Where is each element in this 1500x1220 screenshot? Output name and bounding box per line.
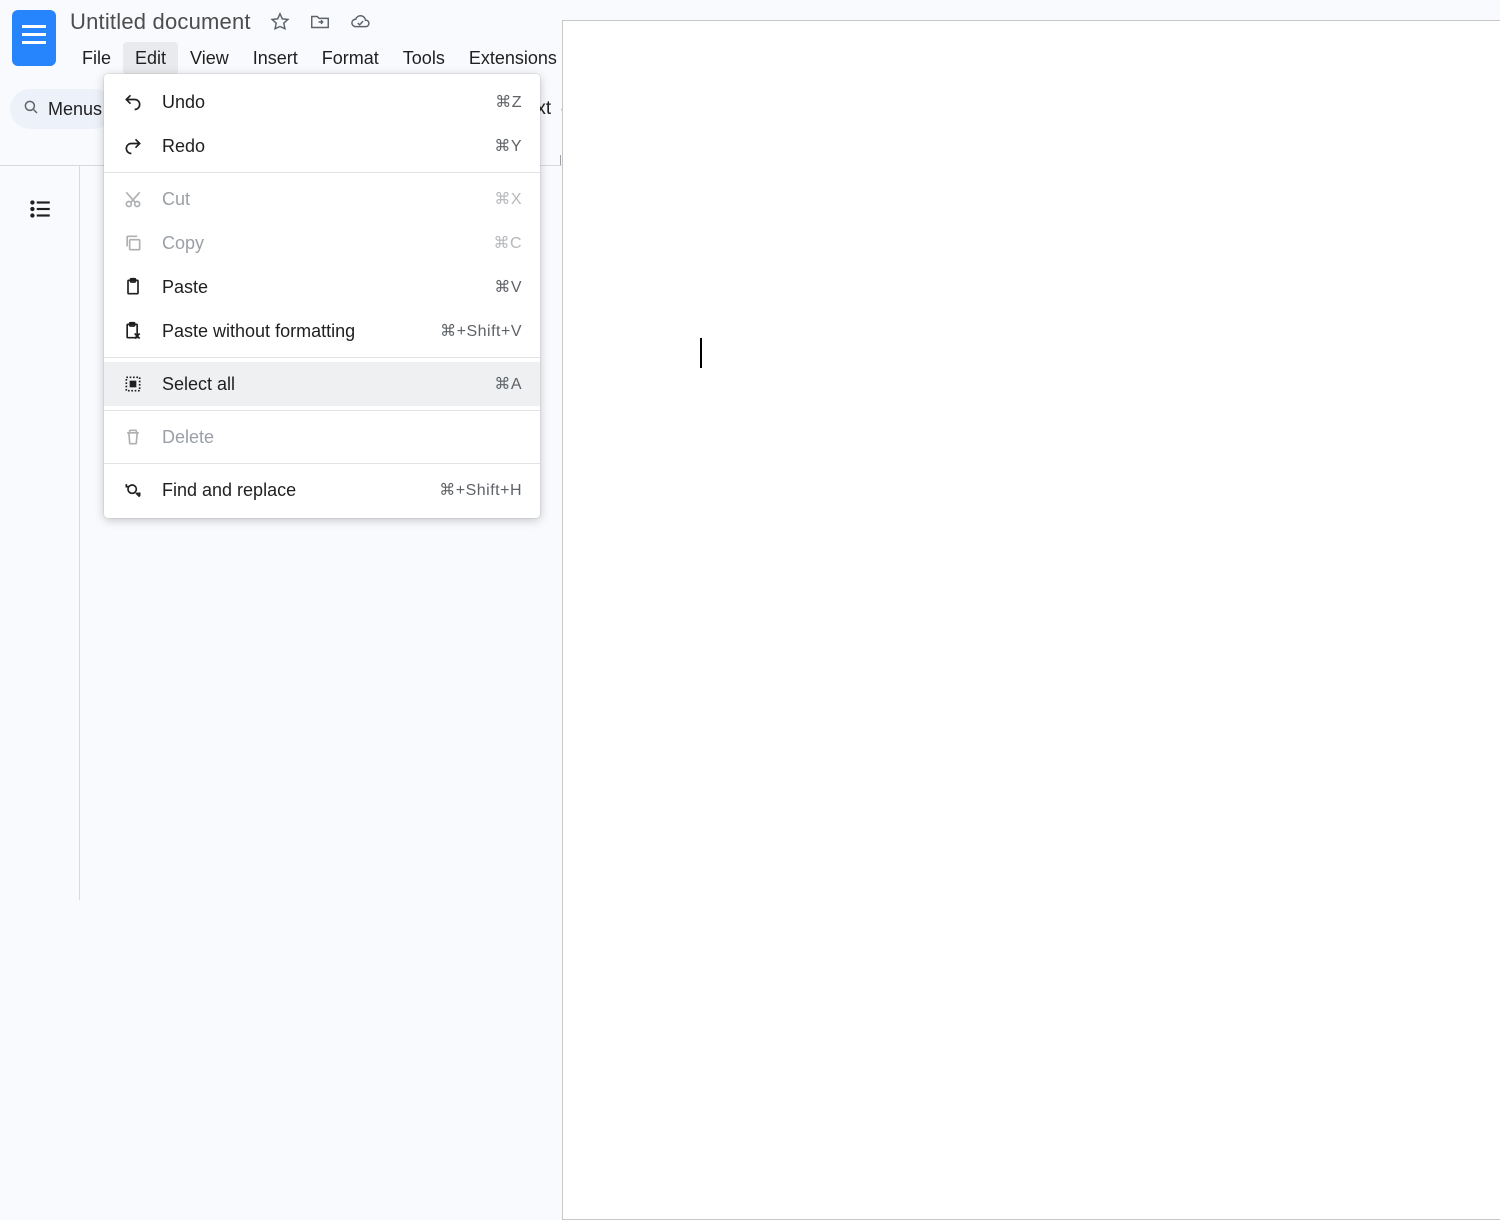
search-icon (22, 98, 40, 121)
menu-view[interactable]: View (178, 42, 241, 75)
cloud-status-icon[interactable] (349, 11, 371, 33)
menu-edit[interactable]: Edit (123, 42, 178, 75)
menu-item-shortcut: ⌘+Shift+V (440, 321, 522, 341)
move-to-folder-icon[interactable] (309, 11, 331, 33)
redo-icon (122, 135, 144, 157)
menu-separator (104, 357, 540, 358)
menu-item-paste[interactable]: Paste ⌘V (104, 265, 540, 309)
menu-separator (104, 172, 540, 173)
left-rail (0, 166, 80, 900)
menu-item-shortcut: ⌘+Shift+H (439, 480, 522, 500)
menu-item-copy[interactable]: Copy ⌘C (104, 221, 540, 265)
document-outline-button[interactable] (27, 196, 53, 227)
menu-item-cut[interactable]: Cut ⌘X (104, 177, 540, 221)
text-caret (700, 338, 702, 368)
find-replace-icon (122, 479, 144, 501)
menu-item-label: Paste (162, 277, 476, 298)
page[interactable] (562, 20, 1500, 1220)
menu-item-label: Paste without formatting (162, 321, 422, 342)
menu-item-shortcut: ⌘Z (495, 92, 522, 112)
menubar: File Edit View Insert Format Tools Exten… (70, 42, 630, 75)
undo-icon (122, 91, 144, 113)
star-icon[interactable] (269, 11, 291, 33)
menu-extensions[interactable]: Extensions (457, 42, 569, 75)
docs-logo-icon[interactable] (12, 10, 56, 66)
search-menus-button[interactable]: Menus (10, 89, 114, 129)
menu-item-label: Select all (162, 374, 476, 395)
paste-icon (122, 276, 144, 298)
select-all-icon (122, 373, 144, 395)
cut-icon (122, 188, 144, 210)
menu-item-delete[interactable]: Delete (104, 415, 540, 459)
menu-item-label: Find and replace (162, 480, 421, 501)
menu-item-label: Redo (162, 136, 476, 157)
menu-separator (104, 410, 540, 411)
copy-icon (122, 232, 144, 254)
menu-item-label: Undo (162, 92, 477, 113)
menu-item-label: Copy (162, 233, 475, 254)
menu-file[interactable]: File (70, 42, 123, 75)
menu-item-select-all[interactable]: Select all ⌘A (104, 362, 540, 406)
menu-item-label: Cut (162, 189, 476, 210)
menu-item-shortcut: ⌘X (494, 189, 522, 209)
menu-tools[interactable]: Tools (391, 42, 457, 75)
menu-item-shortcut: ⌘Y (494, 136, 522, 156)
search-menus-label: Menus (48, 99, 102, 120)
menu-item-label: Delete (162, 427, 504, 448)
menu-item-redo[interactable]: Redo ⌘Y (104, 124, 540, 168)
paste-no-formatting-icon (122, 320, 144, 342)
edit-menu-dropdown: Undo ⌘Z Redo ⌘Y Cut ⌘X Copy ⌘C Paste ⌘V … (104, 74, 540, 518)
document-title[interactable]: Untitled document (70, 9, 251, 35)
menu-item-shortcut: ⌘C (493, 233, 522, 253)
menu-item-find-and-replace[interactable]: Find and replace ⌘+Shift+H (104, 468, 540, 512)
menu-insert[interactable]: Insert (241, 42, 310, 75)
menu-format[interactable]: Format (310, 42, 391, 75)
menu-separator (104, 463, 540, 464)
menu-item-paste-without-formatting[interactable]: Paste without formatting ⌘+Shift+V (104, 309, 540, 353)
menu-item-shortcut: ⌘A (494, 374, 522, 394)
delete-icon (122, 426, 144, 448)
menu-item-shortcut: ⌘V (494, 277, 522, 297)
menu-item-undo[interactable]: Undo ⌘Z (104, 80, 540, 124)
